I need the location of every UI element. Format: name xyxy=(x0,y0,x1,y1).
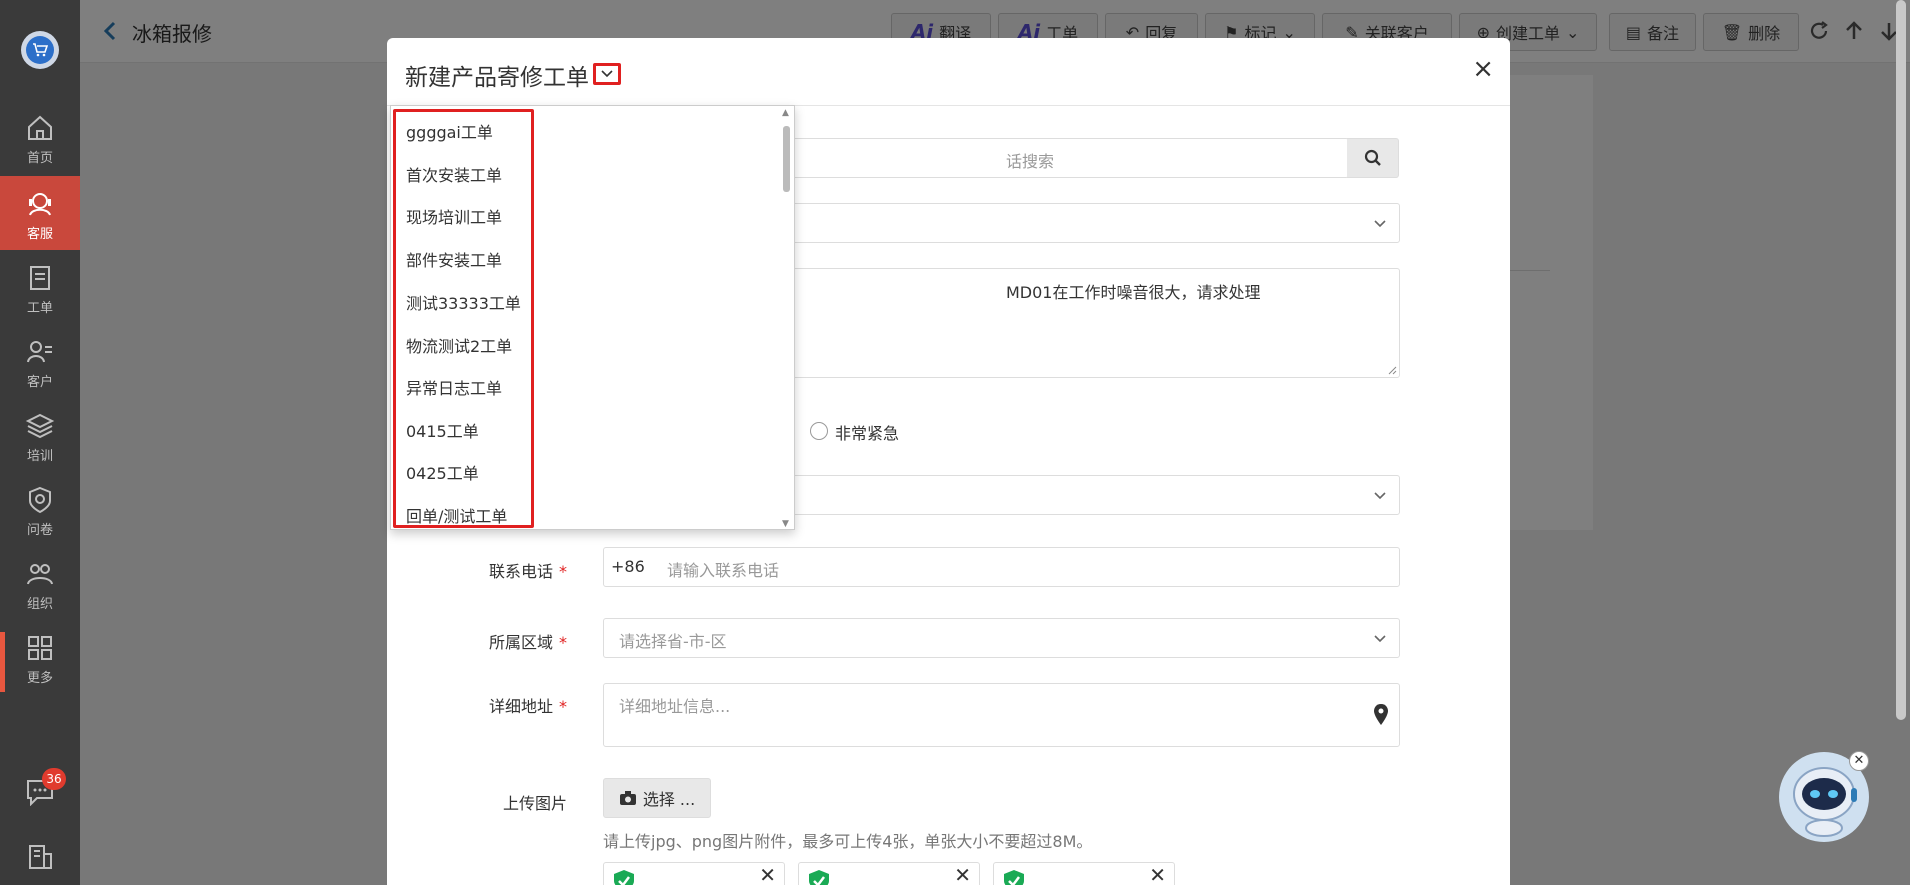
resize-handle-icon[interactable] xyxy=(1387,365,1397,375)
home-icon xyxy=(28,115,52,140)
dropdown-option[interactable]: ggggai工单 xyxy=(406,119,493,143)
shield-check-icon xyxy=(809,870,829,885)
grid-icon xyxy=(28,636,52,660)
sidebar-item-label: 工单 xyxy=(26,301,53,316)
nav-marker xyxy=(0,632,5,692)
region-label: 所属区域 * xyxy=(488,633,567,652)
phone-label: 联系电话 * xyxy=(488,562,567,581)
sidebar-item-service[interactable]: 客服 xyxy=(0,176,80,250)
uploaded-image-thumb[interactable]: ✕ xyxy=(798,862,980,885)
modal-title: 新建产品寄修工单 xyxy=(405,65,589,91)
sidebar-item-label: 培训 xyxy=(26,449,53,464)
dropdown-option[interactable]: 部件安装工单 xyxy=(406,247,502,271)
scroll-thumb[interactable] xyxy=(783,126,790,192)
chevron-down-icon xyxy=(1374,220,1386,228)
sidebar-item-label: 客户 xyxy=(26,375,53,390)
dropdown-option[interactable]: 0425工单 xyxy=(406,460,479,484)
headset-icon xyxy=(29,193,51,216)
app-logo[interactable] xyxy=(21,31,59,69)
dropdown-option[interactable]: 0415工单 xyxy=(406,418,479,442)
sidebar-item-label: 问卷 xyxy=(26,523,53,538)
region-select[interactable]: 请选择省-市-区 xyxy=(603,618,1400,658)
dropdown-option[interactable]: 首次安装工单 xyxy=(406,162,502,186)
uploaded-image-thumb[interactable]: ✕ xyxy=(603,862,785,885)
camera-icon xyxy=(619,791,636,805)
dropdown-option[interactable]: 异常日志工单 xyxy=(406,375,502,399)
address-input[interactable]: 详细地址信息... xyxy=(603,683,1400,747)
page-scrollbar[interactable] xyxy=(1896,0,1906,720)
dropdown-option[interactable]: 现场培训工单 xyxy=(406,204,502,228)
cart-icon xyxy=(33,43,48,57)
search-button[interactable] xyxy=(1347,138,1399,178)
clipboard-icon xyxy=(30,266,50,290)
upload-label: 上传图片 xyxy=(502,794,567,813)
dropdown-option[interactable]: 物流测试2工单 xyxy=(406,333,512,357)
sidebar-item-label: 首页 xyxy=(26,151,53,166)
sidebar-item-customers[interactable]: 客户 xyxy=(0,324,80,398)
sidebar-item-home[interactable]: 首页 xyxy=(0,100,80,174)
map-pin-icon[interactable] xyxy=(1373,703,1389,727)
address-label: 详细地址 * xyxy=(488,697,567,716)
remove-image-icon[interactable]: ✕ xyxy=(954,865,971,885)
building-icon[interactable] xyxy=(26,842,54,870)
dropdown-option[interactable]: 回单/测试工单 xyxy=(406,503,507,527)
uploaded-image-thumb[interactable]: ✕ xyxy=(993,862,1175,885)
upload-hint: 请上传jpg、png图片附件，最多可上传4张，单张大小不要超过8M。 xyxy=(603,832,1093,851)
scroll-down-icon[interactable]: ▼ xyxy=(782,519,789,529)
remove-image-icon[interactable]: ✕ xyxy=(759,865,776,885)
chat-badge: 36 xyxy=(42,768,66,790)
chevron-down-icon xyxy=(601,70,613,78)
shield-check-icon xyxy=(1004,870,1024,885)
sidebar-item-more[interactable]: 更多 xyxy=(0,620,80,694)
sidebar-item-label: 更多 xyxy=(26,671,53,686)
org-icon xyxy=(27,564,53,585)
upload-button[interactable]: 选择 ... xyxy=(603,778,711,818)
chevron-down-icon xyxy=(1374,492,1386,500)
ticket-type-toggle[interactable] xyxy=(593,63,621,85)
scroll-up-icon[interactable]: ▲ xyxy=(782,108,789,118)
sidebar-item-training[interactable]: 培训 xyxy=(0,398,80,472)
sidebar-item-label: 组织 xyxy=(26,597,53,612)
layers-icon xyxy=(25,413,55,439)
close-icon[interactable]: × xyxy=(1472,56,1494,82)
close-icon[interactable]: ✕ xyxy=(1849,751,1869,771)
customer-icon xyxy=(27,341,52,363)
dropdown-scrollbar[interactable]: ▲ ▼ xyxy=(780,106,794,529)
phone-prefix: +86 xyxy=(611,557,645,576)
priority-urgent-radio[interactable] xyxy=(810,422,828,440)
remove-image-icon[interactable]: ✕ xyxy=(1149,865,1166,885)
sidebar-item-label: 客服 xyxy=(26,227,53,242)
sidebar: 首页 客服 工单 客户 培训 问卷 组织 更多 36 xyxy=(0,0,80,885)
ticket-type-dropdown: ggggai工单 首次安装工单 现场培训工单 部件安装工单 测试33333工单 … xyxy=(390,105,795,530)
survey-icon xyxy=(29,486,51,514)
search-icon xyxy=(1364,149,1381,166)
sidebar-item-tickets[interactable]: 工单 xyxy=(0,250,80,324)
phone-input[interactable]: +86 请输入联系电话 xyxy=(603,547,1400,587)
sidebar-item-survey[interactable]: 问卷 xyxy=(0,472,80,546)
shield-check-icon xyxy=(614,870,634,885)
priority-urgent-label: 非常紧急 xyxy=(835,424,900,443)
dropdown-option[interactable]: 测试33333工单 xyxy=(406,290,521,314)
modal-header: 新建产品寄修工单 × xyxy=(387,38,1510,106)
chevron-down-icon xyxy=(1374,635,1386,643)
sidebar-item-org[interactable]: 组织 xyxy=(0,546,80,620)
